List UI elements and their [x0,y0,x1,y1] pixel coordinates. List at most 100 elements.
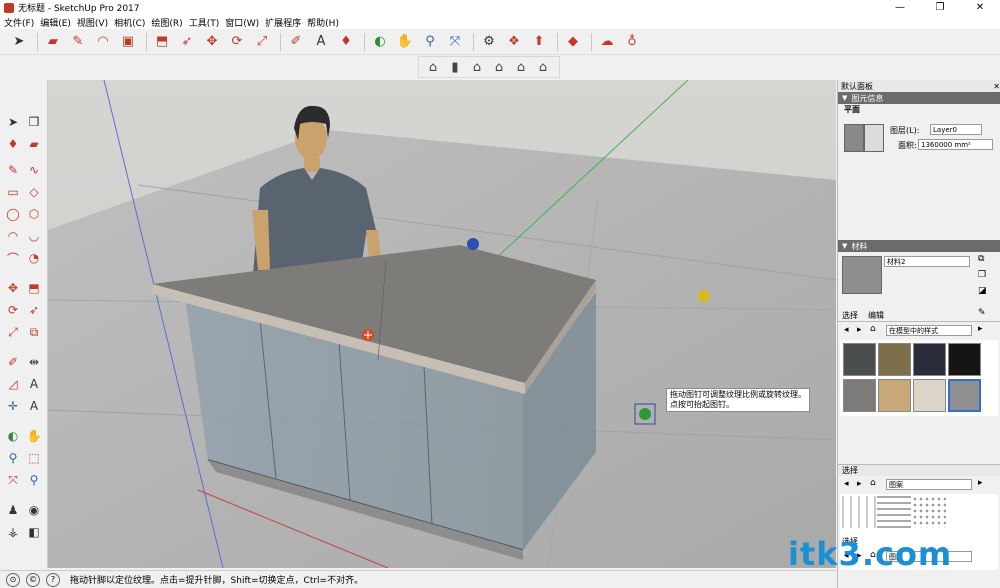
back-view-icon[interactable]: ⌂ [511,57,531,77]
menu-window[interactable]: 窗口(W) [225,16,259,29]
extension-warehouse-icon[interactable]: ☁ [596,31,618,53]
select-icon[interactable]: ➤ [3,112,23,132]
push-pull-tool-icon[interactable]: ⬒ [151,31,173,53]
material-swatch-8-selected[interactable] [948,379,981,412]
pan-tool-icon[interactable]: ✋ [394,31,416,53]
default-material-icon[interactable]: ◪ [978,286,987,296]
paint-icon[interactable]: ♦ [3,134,23,154]
pattern-dropdown[interactable]: 图案 [886,479,972,490]
tab-edit[interactable]: 编辑 [868,310,884,321]
offset-icon[interactable]: ⧉ [24,322,44,342]
forward-arrow-icon[interactable]: ▸ [857,479,862,489]
text-tool-icon[interactable]: A [310,31,332,53]
two-point-arc-icon[interactable]: ◡ [24,226,44,246]
pattern-swatch-1[interactable] [842,496,876,528]
back-arrow-icon[interactable]: ◂ [844,479,849,489]
details-arrow-icon[interactable]: ▸ [978,324,983,334]
layer-dropdown[interactable]: Layer0 [930,124,982,135]
paint-bucket-icon[interactable]: ♦ [335,31,357,53]
share-model-icon[interactable]: ⬆ [528,31,550,53]
credits-icon[interactable]: © [26,572,40,587]
text-icon[interactable]: A [24,374,44,394]
scale-icon[interactable]: ⤢ [3,322,23,342]
material-swatch-4[interactable] [948,343,981,376]
component-icon[interactable]: ❖ [503,31,525,53]
zoom-tool-icon[interactable]: ⚲ [419,31,441,53]
orbit-tool-icon[interactable]: ◐ [369,31,391,53]
axes-icon[interactable]: ✛ [3,396,23,416]
tray-close-icon[interactable]: ✕ [993,82,1000,91]
top-view-icon[interactable]: ▮ [445,57,465,77]
rotated-rectangle-icon[interactable]: ◇ [24,182,44,202]
zoom-window-icon[interactable]: ⬚ [24,448,44,468]
texture-pin-distort[interactable] [698,290,710,302]
follow-me-tool-icon[interactable]: ➶ [176,31,198,53]
warehouse-icon[interactable]: ⚙ [478,31,500,53]
help-icon[interactable]: ? [46,572,60,587]
rectangle-icon[interactable]: ▭ [3,182,23,202]
eraser-icon[interactable]: ▰ [24,134,44,154]
pattern-swatch-3[interactable] [912,496,946,528]
zoom-icon[interactable]: ⚲ [3,448,23,468]
scale-tool-icon[interactable]: ⤢ [251,31,273,53]
menu-extensions[interactable]: 扩展程序 [265,16,301,29]
push-pull-icon[interactable]: ⬒ [24,278,44,298]
material-swatch-3[interactable] [913,343,946,376]
sample-paint-icon[interactable]: ✎ [978,308,986,318]
scene-canvas[interactable] [48,80,836,568]
pan-icon[interactable]: ✋ [24,426,44,446]
position-camera-icon[interactable]: ♟ [3,500,23,520]
back-material-swatch[interactable] [864,124,884,152]
3d-text-icon[interactable]: A [24,396,44,416]
front-material-swatch[interactable] [844,124,864,152]
freehand-icon[interactable]: ∿ [24,160,44,180]
move-tool-icon[interactable]: ✥ [201,31,223,53]
pattern-swatch-2[interactable] [877,496,911,528]
close-button[interactable]: ✕ [960,0,1000,15]
geo-location-icon[interactable]: ⊙ [6,572,20,587]
zoom-extents-icon[interactable]: ⤧ [444,31,466,53]
front-view-icon[interactable]: ⌂ [467,57,487,77]
look-around-icon[interactable]: ◉ [24,500,44,520]
dimension-icon[interactable]: ⇹ [24,352,44,372]
rotate-icon[interactable]: ⟳ [3,300,23,320]
left-view-icon[interactable]: ⌂ [533,57,553,77]
material-name-input[interactable]: 材料2 [884,256,970,267]
tab-select[interactable]: 选择 [842,310,858,321]
library-dropdown[interactable]: 在模型中的样式 [886,325,972,336]
select-tool-icon[interactable]: ➤ [8,31,30,53]
arc-icon[interactable]: ◠ [3,226,23,246]
walk-icon[interactable]: ⚶ [3,522,23,542]
material-swatch-7[interactable] [913,379,946,412]
texture-pin-move[interactable] [362,329,374,341]
back-arrow-icon[interactable]: ◂ [844,325,849,335]
display-secondary-pane-icon[interactable]: ⧉ [978,254,984,264]
follow-me-icon[interactable]: ➶ [24,300,44,320]
menu-view[interactable]: 视图(V) [77,16,108,29]
layout-send-icon[interactable]: ♁ [621,31,643,53]
material-swatch-6[interactable] [878,379,911,412]
tape-measure-tool-icon[interactable]: ✐ [3,352,23,372]
create-material-icon[interactable]: ❒ [978,270,986,280]
polygon-icon[interactable]: ⬡ [24,204,44,224]
forward-arrow-icon[interactable]: ▸ [857,325,862,335]
material-swatch-5[interactable] [843,379,876,412]
rotate-tool-icon[interactable]: ⟳ [226,31,248,53]
minimize-button[interactable]: — [880,0,920,15]
protractor-icon[interactable]: ◿ [3,374,23,394]
material-swatch-2[interactable] [878,343,911,376]
line-icon[interactable]: ✎ [3,160,23,180]
texture-pin-scale-rotate[interactable] [467,238,479,250]
entity-info-header[interactable]: ▼ 图元信息 [838,92,1000,104]
menu-draw[interactable]: 绘图(R) [151,16,182,29]
circle-icon[interactable]: ◯ [3,204,23,224]
pie-icon[interactable]: ◔ [24,248,44,268]
home-icon[interactable]: ⌂ [870,478,876,488]
right-view-icon[interactable]: ⌂ [489,57,509,77]
menu-file[interactable]: 文件(F) [4,16,34,29]
rectangle-tool-icon[interactable]: ▣ [117,31,139,53]
materials-header[interactable]: ▼ 材料 [838,240,1000,252]
details-arrow-icon[interactable]: ▸ [978,478,983,488]
model-viewport[interactable] [48,80,836,568]
eraser-tool-icon[interactable]: ▰ [42,31,64,53]
